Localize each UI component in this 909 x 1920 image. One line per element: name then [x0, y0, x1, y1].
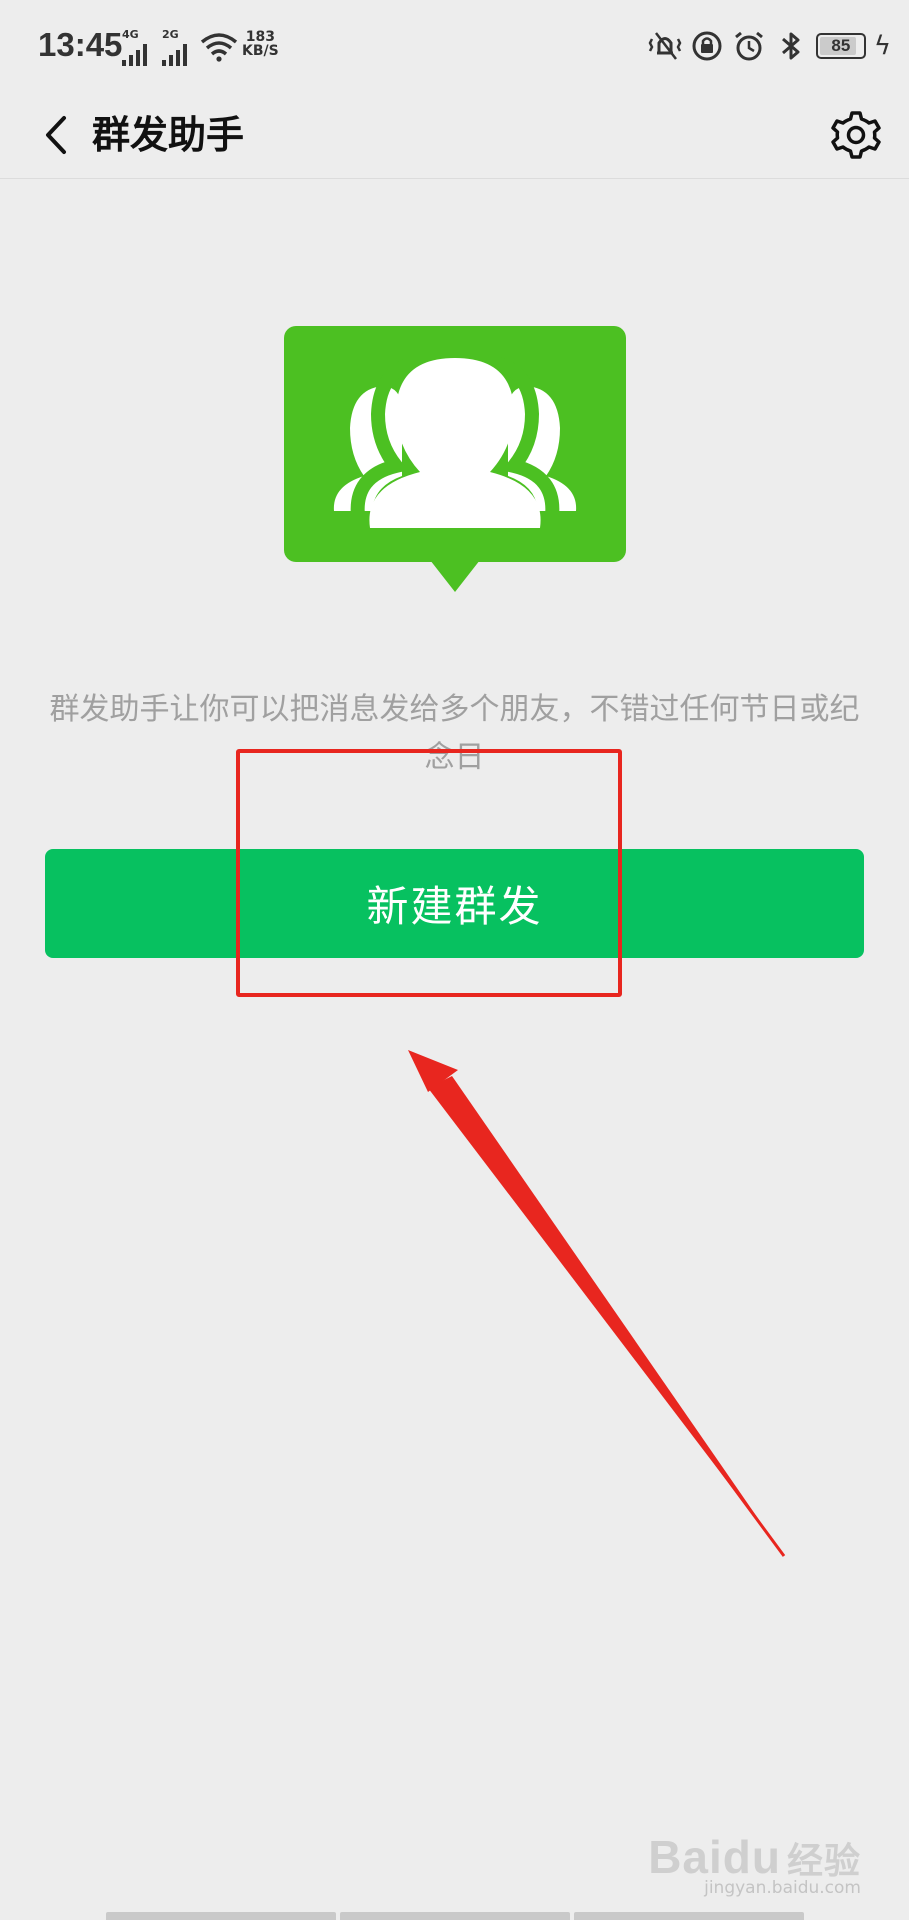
charging-icon: ϟ: [873, 31, 891, 61]
status-bar: 13:45 4G 2G 183 KB/S 85 ϟ: [0, 0, 909, 90]
status-time: 13:45: [38, 26, 123, 63]
signal-type-label: 4G: [122, 28, 139, 41]
chevron-left-icon: [46, 116, 66, 154]
watermark-logo-cn: 经验: [786, 1840, 861, 1881]
alarm-icon: [734, 31, 763, 61]
page-title: 群发助手: [92, 113, 245, 157]
settings-button[interactable]: [823, 102, 889, 168]
wifi-icon: [200, 33, 238, 62]
home-indicator: [106, 1912, 804, 1920]
back-button[interactable]: [22, 100, 92, 170]
lock-rotation-icon: [692, 31, 722, 61]
annotation-highlight-box: [236, 749, 622, 997]
nav-bar: 群发助手: [0, 90, 909, 179]
bluetooth-icon: [781, 32, 800, 60]
watermark-logo: Baidu 经验: [648, 1830, 861, 1884]
battery-level: 85: [831, 36, 851, 55]
network-speed-value: 183: [245, 29, 275, 45]
network-speed-unit: KB/S: [242, 43, 279, 59]
battery-icon: 85: [815, 33, 866, 59]
watermark: Baidu 经验 jingyan.baidu.com: [648, 1830, 861, 1898]
signal-type-label: 2G: [162, 28, 179, 41]
vibrate-icon: [648, 32, 682, 60]
gear-icon: [831, 111, 881, 159]
status-icons: 85 ϟ: [648, 26, 891, 66]
network-speed: 183 KB/S: [242, 30, 279, 58]
watermark-logo-text: Baidu: [648, 1831, 781, 1883]
group-chat-icon: [284, 326, 626, 592]
